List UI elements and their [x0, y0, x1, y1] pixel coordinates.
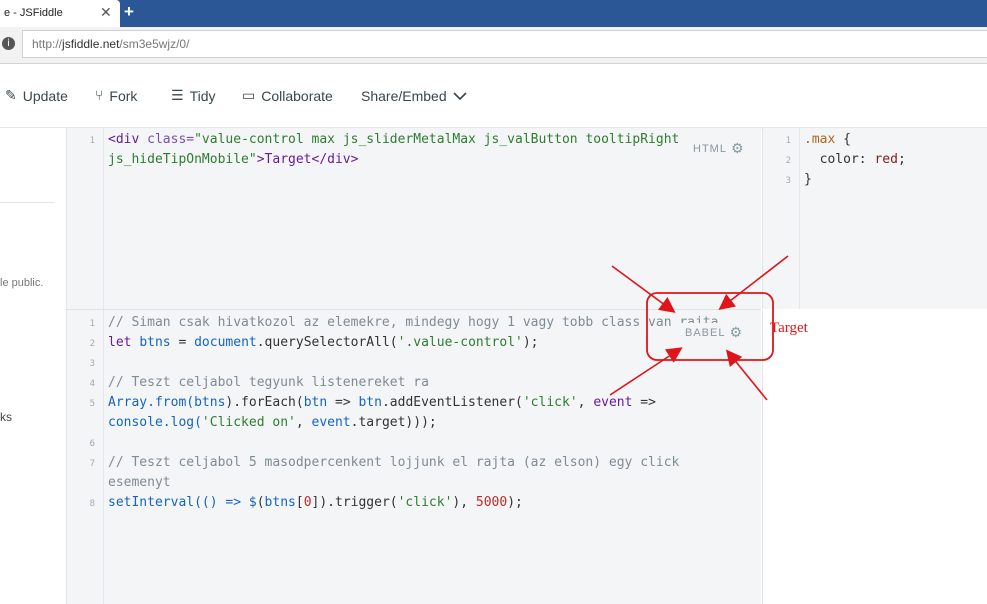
annotation-label: Target — [770, 320, 808, 336]
annotation-arrow — [718, 255, 789, 310]
annotation-arrow — [609, 347, 683, 396]
annotation-box — [646, 292, 774, 361]
annotation-overlay — [609, 255, 789, 401]
annotation-arrow — [611, 265, 676, 313]
